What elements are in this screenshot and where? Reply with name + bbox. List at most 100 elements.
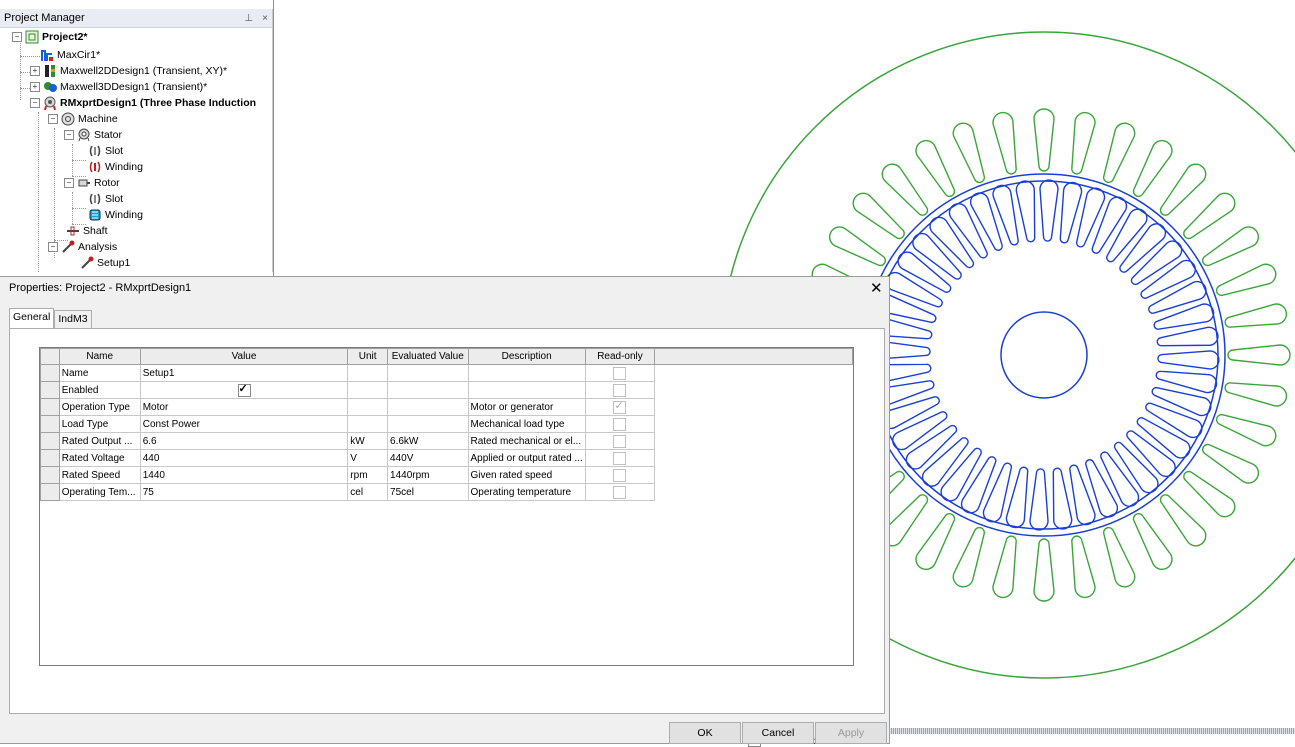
column-header-evaluated-value[interactable]: Evaluated Value <box>387 348 469 365</box>
stator-slot <box>915 513 956 571</box>
project-manager-titlebar: Project Manager ⊥ × <box>0 9 272 28</box>
rotor-slot <box>1153 303 1215 330</box>
cell-name: Load Type <box>58 415 141 433</box>
stator-slot <box>1033 538 1055 602</box>
tree-item-rotor[interactable]: − Rotor <box>64 175 120 191</box>
tab-general[interactable]: General <box>9 308 55 328</box>
rotor-slot <box>1015 180 1036 243</box>
tree-item-label: Maxwell3DDesign1 (Transient)* <box>60 81 208 93</box>
tree-item-label: Stator <box>94 129 123 141</box>
rotor-slot <box>912 232 962 280</box>
rotor-slot <box>897 251 952 293</box>
tree-item-rmxprtdesign1[interactable]: − RMxprtDesign1 (Three Phase Induction <box>30 95 256 111</box>
table-row[interactable]: Operation Type Motor Motor or generator <box>40 398 853 416</box>
apply-button[interactable]: Apply <box>815 722 887 744</box>
tree-item-shaft[interactable]: Shaft <box>66 223 108 239</box>
enabled-checkbox[interactable] <box>237 383 251 397</box>
close-icon[interactable]: ✕ <box>870 279 883 297</box>
tree-item-rotor-winding[interactable]: Winding <box>88 207 143 223</box>
cell-value[interactable]: 6.6 <box>139 432 349 450</box>
row-selector[interactable] <box>40 449 60 467</box>
tree-item-maxwell3d[interactable]: + Maxwell3DDesign1 (Transient)* <box>30 79 207 95</box>
table-row[interactable]: Operating Tem... 75 cel 75cel Operating … <box>40 483 853 501</box>
viewport-status-strip <box>889 728 1295 734</box>
stator-slot <box>1215 263 1277 297</box>
tree-item-label: Slot <box>105 193 124 205</box>
tree-item-stator-winding[interactable]: Winding <box>88 159 143 175</box>
cell-evaluated <box>387 381 469 399</box>
collapse-icon[interactable]: − <box>48 242 58 252</box>
rotor-slot <box>1145 402 1203 439</box>
row-selector[interactable] <box>40 483 60 501</box>
cell-value[interactable]: 75 <box>139 483 349 501</box>
row-selector[interactable] <box>40 415 60 433</box>
tree-item-analysis[interactable]: − Analysis <box>48 239 117 255</box>
close-icon[interactable]: × <box>262 13 268 24</box>
tree-item-maxcir1[interactable]: MaxCir1* <box>40 47 100 63</box>
collapse-icon[interactable]: − <box>64 178 74 188</box>
cell-description <box>467 381 586 399</box>
table-row[interactable]: Name Setup1 <box>40 364 853 382</box>
tree-item-rotor-slot[interactable]: Slot <box>88 191 123 207</box>
column-header-unit[interactable]: Unit <box>347 348 389 365</box>
rotor-slot <box>1140 259 1196 299</box>
table-row[interactable]: Rated Speed 1440 rpm 1440rpm Given rated… <box>40 466 853 484</box>
rotor-icon <box>78 179 90 187</box>
rotor-slot <box>1052 467 1073 530</box>
cell-value[interactable]: Setup1 <box>139 364 349 382</box>
rotor-slot <box>1119 223 1167 273</box>
tree-item-label: Machine <box>78 113 118 125</box>
tree-item-project2[interactable]: − Project2* <box>12 29 88 45</box>
collapse-icon[interactable]: − <box>12 32 22 42</box>
cell-value[interactable]: 440 <box>139 449 349 467</box>
table-row[interactable]: Rated Voltage 440 V 440V Applied or outp… <box>40 449 853 467</box>
rmxprt-icon <box>44 96 56 110</box>
ok-button[interactable]: OK <box>669 722 741 744</box>
stator-slot <box>1183 470 1236 518</box>
row-selector[interactable] <box>40 466 60 484</box>
cell-unit <box>347 415 389 433</box>
collapse-icon[interactable]: − <box>30 98 40 108</box>
tree-item-stator[interactable]: − Stator <box>64 127 122 143</box>
tree-item-maxwell2d[interactable]: + Maxwell2DDesign1 (Transient, XY)* <box>30 63 227 79</box>
collapse-icon[interactable]: − <box>64 130 74 140</box>
cell-unit <box>347 381 389 399</box>
column-header-description[interactable]: Description <box>467 348 586 365</box>
row-selector[interactable] <box>40 432 60 450</box>
tree-item-stator-slot[interactable]: Slot <box>88 143 123 159</box>
pin-icon[interactable]: ⊥ <box>244 13 253 24</box>
tree-item-setup1[interactable]: Setup1 <box>80 255 130 271</box>
cell-value[interactable]: Motor <box>139 398 349 416</box>
tree-item-label: Maxwell2DDesign1 (Transient, XY)* <box>60 65 228 77</box>
column-header-value[interactable]: Value <box>139 348 349 365</box>
cell-value[interactable]: 1440 <box>139 466 349 484</box>
tree-item-machine[interactable]: − Machine <box>48 111 118 127</box>
cell-description: Motor or generator <box>467 398 586 416</box>
row-selector[interactable] <box>40 398 60 416</box>
cell-filler <box>655 450 853 467</box>
table-row[interactable]: Rated Output ... 6.6 kW 6.6kW Rated mech… <box>40 432 853 450</box>
shaft-circle <box>1000 311 1088 399</box>
rotor-slot <box>921 437 969 487</box>
expand-icon[interactable]: + <box>30 82 40 92</box>
column-header-read-only[interactable]: Read-only <box>584 348 656 365</box>
cell-value[interactable]: Const Power <box>139 415 349 433</box>
read-only-checkbox <box>613 485 627 499</box>
row-selector[interactable] <box>40 381 60 399</box>
collapse-icon[interactable]: − <box>48 114 58 124</box>
table-row[interactable]: Load Type Const Power Mechanical load ty… <box>40 415 853 433</box>
expand-icon[interactable]: + <box>30 66 40 76</box>
cancel-button[interactable]: Cancel <box>742 722 814 744</box>
column-header-name[interactable]: Name <box>58 348 141 365</box>
project-manager-panel: Project Manager ⊥ × − Project2* MaxCir1* <box>0 9 273 272</box>
cell-value[interactable] <box>139 381 349 399</box>
tab-indm3[interactable]: IndM3 <box>54 310 92 328</box>
rotor-slot <box>1091 196 1128 254</box>
tree-item-label: MaxCir1* <box>57 49 101 61</box>
row-selector[interactable] <box>40 364 60 382</box>
read-only-checkbox <box>613 383 627 397</box>
rotor-slot <box>1106 208 1148 263</box>
table-row[interactable]: Enabled <box>40 381 853 399</box>
read-only-checkbox <box>613 468 627 482</box>
cell-filler <box>655 399 853 416</box>
